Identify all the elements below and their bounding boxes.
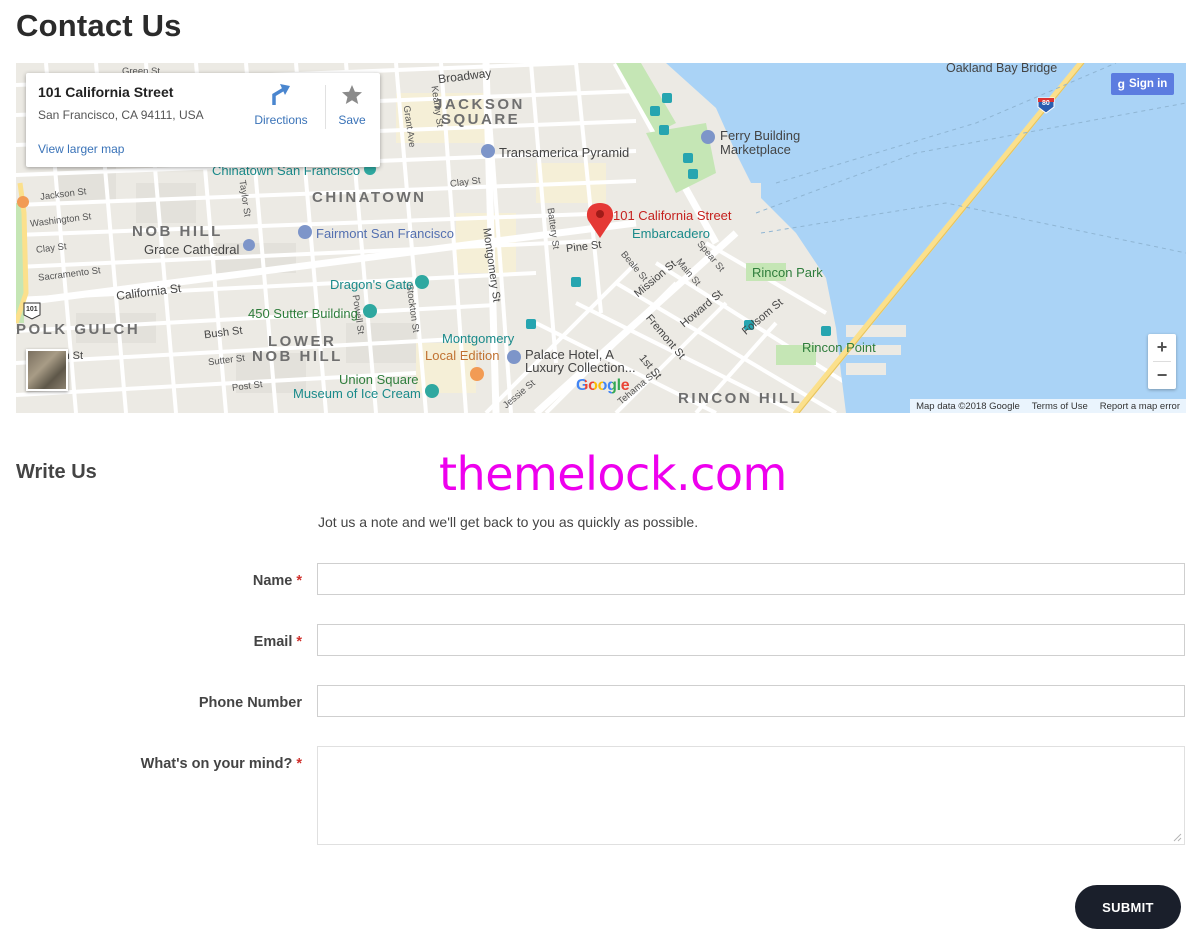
terms-of-use-link[interactable]: Terms of Use [1032, 401, 1088, 412]
form-intro: Jot us a note and we'll get back to you … [318, 514, 699, 530]
page-title: Contact Us [16, 8, 182, 43]
star-icon [342, 85, 362, 104]
map-label-polk-gulch: POLK GULCH [16, 321, 141, 338]
map-label-chinatown: CHINATOWN [312, 189, 427, 206]
save-label: Save [338, 113, 366, 127]
watermark: themelock.com [439, 447, 787, 501]
map-label-montgomery-station: Montgomery [442, 331, 515, 346]
message-label: What's on your mind? * [141, 756, 302, 772]
map-label-lower-nob-hill-2: NOB HILL [252, 348, 343, 365]
phone-label-text: Phone Number [198, 695, 302, 711]
map-attribution: Map data ©2018 Google Terms of Use Repor… [910, 399, 1186, 413]
map-label-embarcadero: Embarcadero [632, 226, 711, 241]
zoom-controls: + − [1148, 334, 1176, 389]
submit-button[interactable]: SUBMIT [1075, 885, 1181, 929]
email-input[interactable] [317, 624, 1185, 656]
map-label-rincon-point: Rincon Point [802, 340, 876, 355]
satellite-view-toggle[interactable] [26, 349, 68, 391]
map-label-oakland-bay-bridge: Oakland Bay Bridge [946, 63, 1058, 75]
required-marker: * [296, 573, 302, 589]
map-label-nob-hill: NOB HILL [132, 223, 223, 240]
required-marker: * [296, 634, 302, 650]
map-label-jackson-square-2: SQUARE [441, 111, 521, 128]
directions-label: Directions [254, 113, 308, 127]
place-name: 101 California Street [38, 84, 174, 100]
map-data-credit: Map data ©2018 Google [916, 400, 1020, 412]
map-label-hwy-80: 80 [1042, 100, 1050, 107]
name-label-text: Name [252, 573, 293, 589]
phone-input[interactable] [317, 685, 1185, 717]
directions-icon [272, 84, 290, 105]
map-label-rincon-park: Rincon Park [752, 265, 823, 280]
place-address: San Francisco, CA 94111, USA [38, 108, 204, 122]
map-label-museum-ice-cream: Museum of Ice Cream [293, 386, 421, 401]
map-label-ferry-building-2: Marketplace [720, 142, 791, 157]
map-label-union-square: Union Square [339, 372, 419, 387]
card-divider [325, 85, 326, 129]
message-label-text: What's on your mind? [140, 756, 293, 772]
sign-in-label: Sign in [1129, 78, 1168, 90]
phone-label: Phone Number [199, 695, 302, 711]
email-label-text: Email [253, 634, 293, 650]
map-label-local-edition: Local Edition [425, 348, 500, 363]
zoom-out-button[interactable]: − [1148, 362, 1176, 389]
map-label-ferry-building-1: Ferry Building [720, 128, 801, 143]
place-info-card: 101 California Street San Francisco, CA … [26, 73, 380, 167]
name-label: Name * [253, 573, 302, 589]
zoom-in-button[interactable]: + [1148, 334, 1176, 361]
google-logo-text: Google [576, 377, 630, 394]
email-label: Email * [254, 634, 302, 650]
name-input[interactable] [317, 563, 1185, 595]
map-label-450-sutter: 450 Sutter Building [248, 306, 358, 321]
google-logo: Google [576, 377, 630, 395]
map-marker-label: 101 California Street [613, 208, 732, 223]
report-map-error-link[interactable]: Report a map error [1100, 401, 1180, 412]
save-button[interactable]: Save [332, 81, 372, 127]
view-larger-map-link[interactable]: View larger map [38, 142, 124, 156]
map-label-palace-hotel-2: Luxury Collection... [525, 360, 636, 375]
map-label-dragons-gate: Dragon's Gate [330, 277, 414, 292]
map-label-fairmont: Fairmont San Francisco [316, 226, 454, 241]
resize-grip-icon[interactable] [1172, 832, 1182, 842]
google-g-icon: g [1117, 77, 1125, 91]
message-textarea[interactable] [317, 746, 1185, 845]
map-label-transamerica: Transamerica Pyramid [499, 145, 630, 160]
directions-button[interactable]: Directions [252, 81, 310, 127]
required-marker: * [296, 756, 302, 772]
embedded-map[interactable]: Green St Broadway Oakland Bay Bridge JAC… [16, 63, 1186, 413]
sign-in-button[interactable]: g Sign in [1111, 73, 1174, 95]
map-label-rincon-hill: RINCON HILL [678, 390, 803, 407]
section-title: Write Us [16, 461, 97, 483]
map-label-hwy-101: 101 [26, 306, 38, 313]
map-label-grace-cathedral: Grace Cathedral [144, 242, 240, 257]
